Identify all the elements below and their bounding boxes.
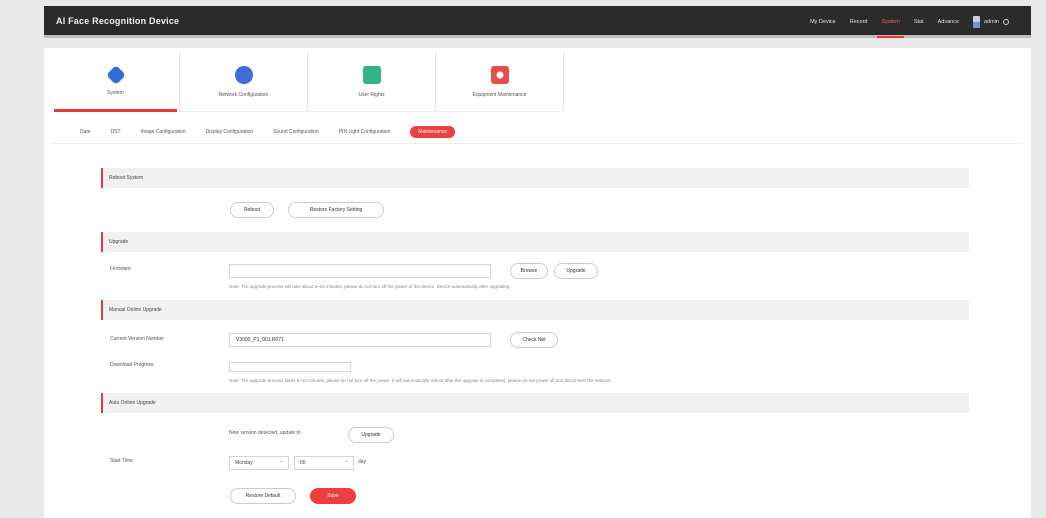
section-title: Manual Online Upgrade (109, 307, 162, 313)
nav-advance[interactable]: Advance (938, 6, 959, 38)
progress-label: Download Progress (110, 362, 154, 368)
nav-stat[interactable]: Stat (914, 6, 924, 38)
tab-dst[interactable]: DST (111, 129, 121, 135)
download-progress-bar (229, 362, 351, 372)
browse-button[interactable]: Browse (510, 263, 548, 279)
section-upgrade: Upgrade (101, 232, 969, 252)
upgrade-note: Note: The upgrade process will take abou… (229, 284, 511, 289)
section-auto-upgrade: Auto Online Upgrade (101, 393, 969, 413)
day-select[interactable]: Monday (229, 455, 289, 470)
section-reboot: Reboot System (101, 168, 969, 188)
time-unit: day (358, 459, 367, 465)
upgrade-button[interactable]: Upgrade (554, 263, 598, 279)
nav-system[interactable]: System (877, 6, 905, 38)
save-button[interactable]: Save (310, 488, 356, 504)
version-field: V3000_P1_001.R071 (229, 333, 491, 347)
app-title: AI Face Recognition Device (56, 16, 180, 26)
top-bar: AI Face Recognition Device My Device Rec… (44, 6, 1031, 38)
module-system[interactable]: System (52, 52, 180, 112)
tab-date[interactable]: Date (80, 129, 91, 135)
shield-icon (362, 66, 381, 84)
module-user-rights[interactable]: User Rights (308, 52, 436, 112)
module-network[interactable]: Network Configuration (180, 52, 308, 112)
restore-factory-button[interactable]: Restore Factory Setting (288, 202, 384, 218)
tab-sound-configuration[interactable]: Sound Configuration (273, 129, 319, 135)
version-label: Current Version Number (110, 336, 164, 342)
nav-record[interactable]: Record (850, 6, 868, 38)
section-title: Auto Online Upgrade (109, 400, 156, 406)
restore-default-button[interactable]: Restore Default (230, 488, 296, 504)
module-maintenance[interactable]: Equipment Maintenance (436, 52, 564, 112)
tab-image-configuration[interactable]: Image Configuration (141, 129, 186, 135)
module-label: System (107, 90, 124, 96)
new-version-text: New version detected, update to (229, 430, 301, 436)
network-icon (234, 66, 253, 84)
module-tabs: System Network Configuration User Rights… (52, 52, 564, 112)
avatar (973, 16, 981, 28)
reboot-button[interactable]: Reboot (230, 202, 274, 218)
firmware-label: Firmware (110, 266, 131, 272)
section-manual-upgrade: Manual Online Upgrade (101, 300, 969, 320)
sub-tabs: Date DST Image Configuration Display Con… (52, 120, 1023, 144)
section-title: Reboot System (109, 175, 144, 181)
tab-display-configuration[interactable]: Display Configuration (206, 129, 254, 135)
nav-my-device[interactable]: My Device (810, 6, 836, 38)
auto-upgrade-button[interactable]: Upgrade (348, 427, 394, 443)
main-panel: System Network Configuration User Rights… (44, 48, 1031, 518)
module-label: User Rights (358, 92, 385, 98)
top-nav: My Device Record System Stat Advance adm… (796, 6, 1009, 38)
module-label: Network Configuration (218, 92, 269, 98)
user-menu[interactable]: admin (973, 16, 1009, 28)
module-label: Equipment Maintenance (472, 92, 527, 98)
logout-icon[interactable] (1003, 19, 1009, 25)
gear-icon (105, 65, 126, 85)
hour-select[interactable]: 00 (294, 455, 354, 470)
check-net-button[interactable]: Check Net (510, 332, 558, 348)
manual-upgrade-note: Note: The upgrade process takes 5~10 min… (229, 378, 612, 383)
start-time-label: Start Time (110, 458, 133, 464)
tab-maintenance[interactable]: Maintenance (410, 125, 456, 138)
user-name: admin (984, 19, 999, 25)
maintenance-icon (490, 66, 509, 84)
section-title: Upgrade (109, 239, 129, 245)
firmware-field[interactable] (229, 264, 491, 278)
tab-pin-light-configuration[interactable]: PIN Light Configuration (339, 129, 391, 135)
